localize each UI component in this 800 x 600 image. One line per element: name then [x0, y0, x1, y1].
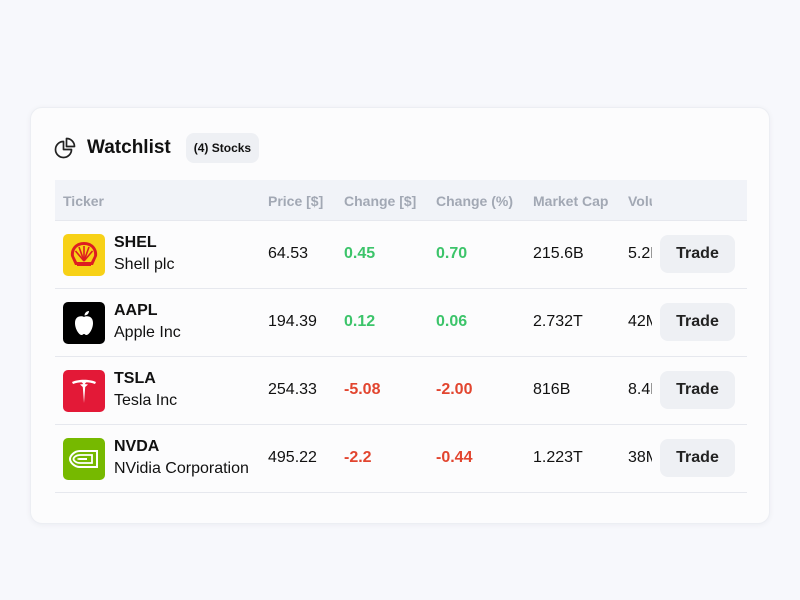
- change-pct-cell: -0.44: [436, 449, 473, 466]
- market-cap-cell: 816B: [533, 381, 571, 398]
- table-row: NVDA NVidia Corporation 495.22 -2.2 -0.4…: [55, 425, 747, 493]
- nvidia-logo-icon: [63, 438, 105, 480]
- change-cell: 0.45: [344, 245, 376, 262]
- tesla-logo-icon: [63, 370, 105, 412]
- ticker-symbol: AAPL: [114, 302, 158, 319]
- company-name: Shell plc: [114, 256, 175, 273]
- col-change-header[interactable]: Change [$]: [344, 193, 416, 209]
- watchlist-card: Watchlist (4) Stocks Ticker Price [$] Ch…: [30, 107, 770, 524]
- trade-button[interactable]: Trade: [660, 303, 735, 341]
- ticker-symbol: TSLA: [114, 370, 156, 387]
- col-change-pct-header[interactable]: Change (%): [436, 193, 513, 209]
- table-header: Ticker Price [$] Change [$] Change (%) M…: [55, 180, 747, 221]
- col-market-cap-header[interactable]: Market Cap: [533, 193, 608, 209]
- ticker-symbol: SHEL: [114, 234, 157, 251]
- volume-cell: 42M: [628, 313, 652, 330]
- change-pct-cell: 0.06: [436, 313, 468, 330]
- change-cell: -5.08: [344, 381, 381, 398]
- shell-logo-icon: [63, 234, 105, 276]
- price-cell: 495.22: [268, 449, 317, 466]
- volume-cell: 8.4M: [628, 381, 652, 398]
- change-cell: 0.12: [344, 313, 376, 330]
- trade-button[interactable]: Trade: [660, 439, 735, 477]
- change-cell: -2.2: [344, 449, 372, 466]
- widget-title: Watchlist: [87, 137, 171, 158]
- market-cap-cell: 2.732T: [533, 313, 583, 330]
- trade-button[interactable]: Trade: [660, 235, 735, 273]
- market-cap-cell: 215.6B: [533, 245, 584, 262]
- volume-cell: 38M: [628, 449, 652, 466]
- table-row: AAPL Apple Inc 194.39 0.12 0.06 2.732T 4…: [55, 289, 747, 357]
- price-cell: 64.53: [268, 245, 309, 262]
- trade-button[interactable]: Trade: [660, 371, 735, 409]
- col-ticker-header[interactable]: Ticker: [63, 193, 104, 209]
- watchlist-table: Ticker Price [$] Change [$] Change (%) M…: [55, 180, 747, 493]
- table-row: TSLA Tesla Inc 254.33 -5.08 -2.00 816B 8…: [55, 357, 747, 425]
- stock-count-badge: (4) Stocks: [185, 133, 260, 163]
- market-cap-cell: 1.223T: [533, 449, 583, 466]
- company-name: Tesla Inc: [114, 392, 178, 409]
- company-name: NVidia Corporation: [114, 460, 249, 477]
- apple-logo-icon: [63, 302, 105, 344]
- company-name: Apple Inc: [114, 324, 181, 341]
- ticker-symbol: NVDA: [114, 438, 160, 455]
- watchlist-header: Watchlist (4) Stocks: [54, 132, 260, 164]
- change-pct-cell: 0.70: [436, 245, 468, 262]
- table-row: SHEL Shell plc 64.53 0.45 0.70 215.6B 5.…: [55, 221, 747, 289]
- pie-chart-icon: [54, 137, 76, 159]
- change-pct-cell: -2.00: [436, 381, 473, 398]
- col-volume-header[interactable]: Volume: [628, 193, 652, 209]
- price-cell: 194.39: [268, 313, 317, 330]
- price-cell: 254.33: [268, 381, 317, 398]
- col-price-header[interactable]: Price [$]: [268, 193, 323, 209]
- volume-cell: 5.2M: [628, 245, 652, 262]
